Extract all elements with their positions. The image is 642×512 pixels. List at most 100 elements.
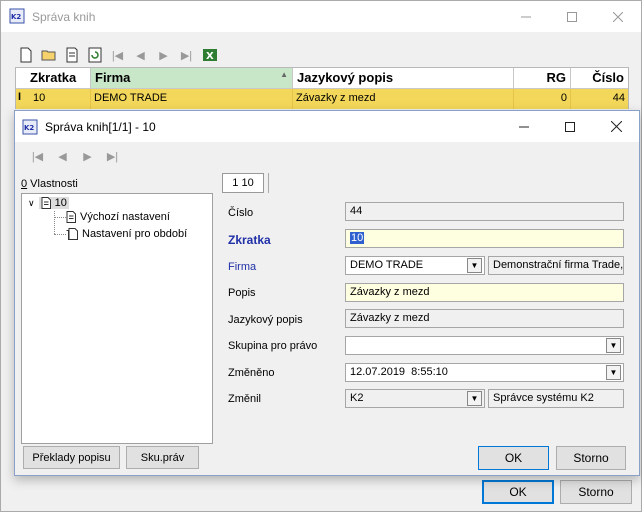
chevron-down-icon: ▼: [470, 394, 479, 403]
open-folder-icon: [41, 50, 55, 61]
prev-record-button[interactable]: ◀: [52, 146, 73, 166]
tab-separator: [268, 173, 269, 193]
column-header-zkratka[interactable]: Zkratka: [16, 68, 91, 88]
last-record-button[interactable]: ▶|: [102, 146, 123, 166]
next-icon: ▶: [83, 150, 92, 163]
column-header-jazykovy-popis[interactable]: Jazykový popis: [293, 68, 514, 88]
properties-label-text: Vlastnosti: [27, 178, 78, 190]
close-icon: [613, 11, 623, 22]
prev-icon: ◀: [58, 150, 67, 163]
tab-1-10[interactable]: 1 10: [222, 173, 264, 193]
next-icon: ▶: [159, 49, 168, 62]
svg-text:X: X: [206, 51, 214, 62]
cell-firma: DEMO TRADE: [91, 89, 293, 109]
tree-connector: [54, 234, 66, 235]
zmeneno-label: Změněno: [228, 367, 275, 379]
prev-icon: ◀: [136, 49, 145, 62]
column-header-cislo[interactable]: Číslo: [571, 68, 628, 88]
next-record-button[interactable]: ▶: [77, 146, 98, 166]
tree-connector: [54, 217, 66, 218]
preklady-popisu-button[interactable]: Překlady popisu: [23, 446, 120, 469]
cislo-label: Číslo: [228, 207, 254, 219]
chevron-down-icon: ▼: [609, 341, 618, 350]
edit-button[interactable]: [61, 45, 82, 65]
chevron-down-icon: ▼: [609, 368, 618, 377]
last-icon: ▶|: [106, 150, 119, 163]
jazykovy-popis-label: Jazykový popis: [228, 314, 303, 326]
maximize-icon: [567, 11, 577, 22]
svg-text:K2: K2: [24, 124, 34, 132]
zkratka-input[interactable]: 10: [345, 229, 624, 248]
outer-ok-button[interactable]: OK: [482, 480, 554, 504]
document-icon: [66, 211, 76, 223]
properties-label: 0 Vlastnosti: [21, 178, 78, 190]
column-header-rg[interactable]: RG: [514, 68, 571, 88]
dialog-close-button[interactable]: [593, 111, 639, 142]
zkratka-label: Zkratka: [228, 233, 271, 247]
tree-root-node[interactable]: ∨ 10: [28, 197, 69, 209]
firma-dropdown-button[interactable]: ▼: [467, 258, 482, 273]
refresh-button[interactable]: [84, 45, 105, 65]
sort-asc-icon: ▲: [280, 70, 288, 79]
zmeneno-dropdown-button[interactable]: ▼: [606, 365, 621, 380]
tree-root-label: 10: [54, 197, 67, 209]
zmenil-label: Změnil: [228, 393, 262, 405]
dialog-maximize-button[interactable]: [547, 111, 593, 142]
first-record-button[interactable]: |◀: [107, 45, 128, 65]
outer-storno-button[interactable]: Storno: [560, 480, 632, 504]
cell-cislo: 44: [612, 92, 625, 104]
first-icon: |◀: [111, 49, 124, 62]
zmenil-description: Správce systému K2: [488, 389, 624, 408]
excel-icon: X: [202, 49, 217, 62]
excel-export-button[interactable]: X: [199, 45, 220, 65]
zmenil-select[interactable]: K2: [345, 389, 485, 408]
popis-input[interactable]: Závazky z mezd: [345, 283, 624, 302]
prev-record-button[interactable]: ◀: [130, 45, 151, 65]
zmenil-value: K2: [350, 392, 364, 404]
cell-popis: Závazky z mezd: [293, 89, 514, 109]
dialog-title: Správa knih[1/1] - 10: [45, 120, 156, 134]
cell-rg: 0: [514, 89, 571, 109]
maximize-button[interactable]: [549, 1, 595, 32]
firma-value: DEMO TRADE: [350, 259, 424, 271]
close-button[interactable]: [595, 1, 641, 32]
document-icon: [41, 197, 51, 209]
column-header-firma[interactable]: Firma ▲: [91, 68, 293, 88]
table-row[interactable]: I 10 DEMO TRADE Závazky z mezd 0 44: [16, 89, 628, 109]
first-record-button[interactable]: |◀: [27, 146, 48, 166]
close-icon: [610, 121, 622, 132]
tree-node-vychozi[interactable]: Výchozí nastavení: [66, 211, 170, 223]
properties-tree[interactable]: ∨ 10 Výchozí nastavení Nastavení pro obd…: [21, 193, 213, 444]
skupina-select[interactable]: [345, 336, 624, 355]
tree-node-label: Výchozí nastavení: [80, 211, 170, 223]
open-folder-button[interactable]: [38, 45, 59, 65]
last-record-button[interactable]: ▶|: [176, 45, 197, 65]
zmeneno-value: 12.07.2019 8:55:10: [350, 366, 448, 378]
minimize-button[interactable]: [503, 1, 549, 32]
ok-button[interactable]: OK: [478, 446, 549, 470]
minimize-icon: [519, 126, 529, 127]
tree-node-obdobi[interactable]: Nastavení pro období: [66, 228, 187, 240]
next-record-button[interactable]: ▶: [153, 45, 174, 65]
main-titlebar: K2 Správa knih: [1, 1, 641, 32]
skupina-dropdown-button[interactable]: ▼: [606, 338, 621, 353]
firma-select[interactable]: DEMO TRADE: [345, 256, 485, 275]
zmenil-dropdown-button[interactable]: ▼: [467, 391, 482, 406]
popis-label: Popis: [228, 287, 256, 299]
dialog-titlebar: K2 Správa knih[1/1] - 10: [15, 111, 639, 142]
jazykovy-popis-field[interactable]: Závazky z mezd: [345, 309, 624, 328]
window-title: Správa knih: [32, 10, 96, 24]
book-detail-dialog: K2 Správa knih[1/1] - 10 |◀ ◀ ▶ ▶| 0 Vla…: [14, 110, 640, 476]
zmeneno-field[interactable]: 12.07.2019 8:55:10: [345, 363, 624, 382]
refresh-icon: [88, 47, 101, 63]
new-document-button[interactable]: [15, 45, 36, 65]
firma-label: Firma: [228, 261, 257, 273]
edit-document-icon: [66, 47, 77, 63]
books-grid: Zkratka Firma ▲ Jazykový popis RG Číslo I…: [15, 67, 629, 109]
chevron-down-icon: ▼: [470, 261, 479, 270]
tree-connector: [54, 211, 55, 234]
storno-button[interactable]: Storno: [556, 446, 626, 470]
main-toolbar: |◀ ◀ ▶ ▶| X: [15, 44, 220, 66]
dialog-minimize-button[interactable]: [501, 111, 547, 142]
sku-prav-button[interactable]: Sku.práv: [126, 446, 199, 469]
